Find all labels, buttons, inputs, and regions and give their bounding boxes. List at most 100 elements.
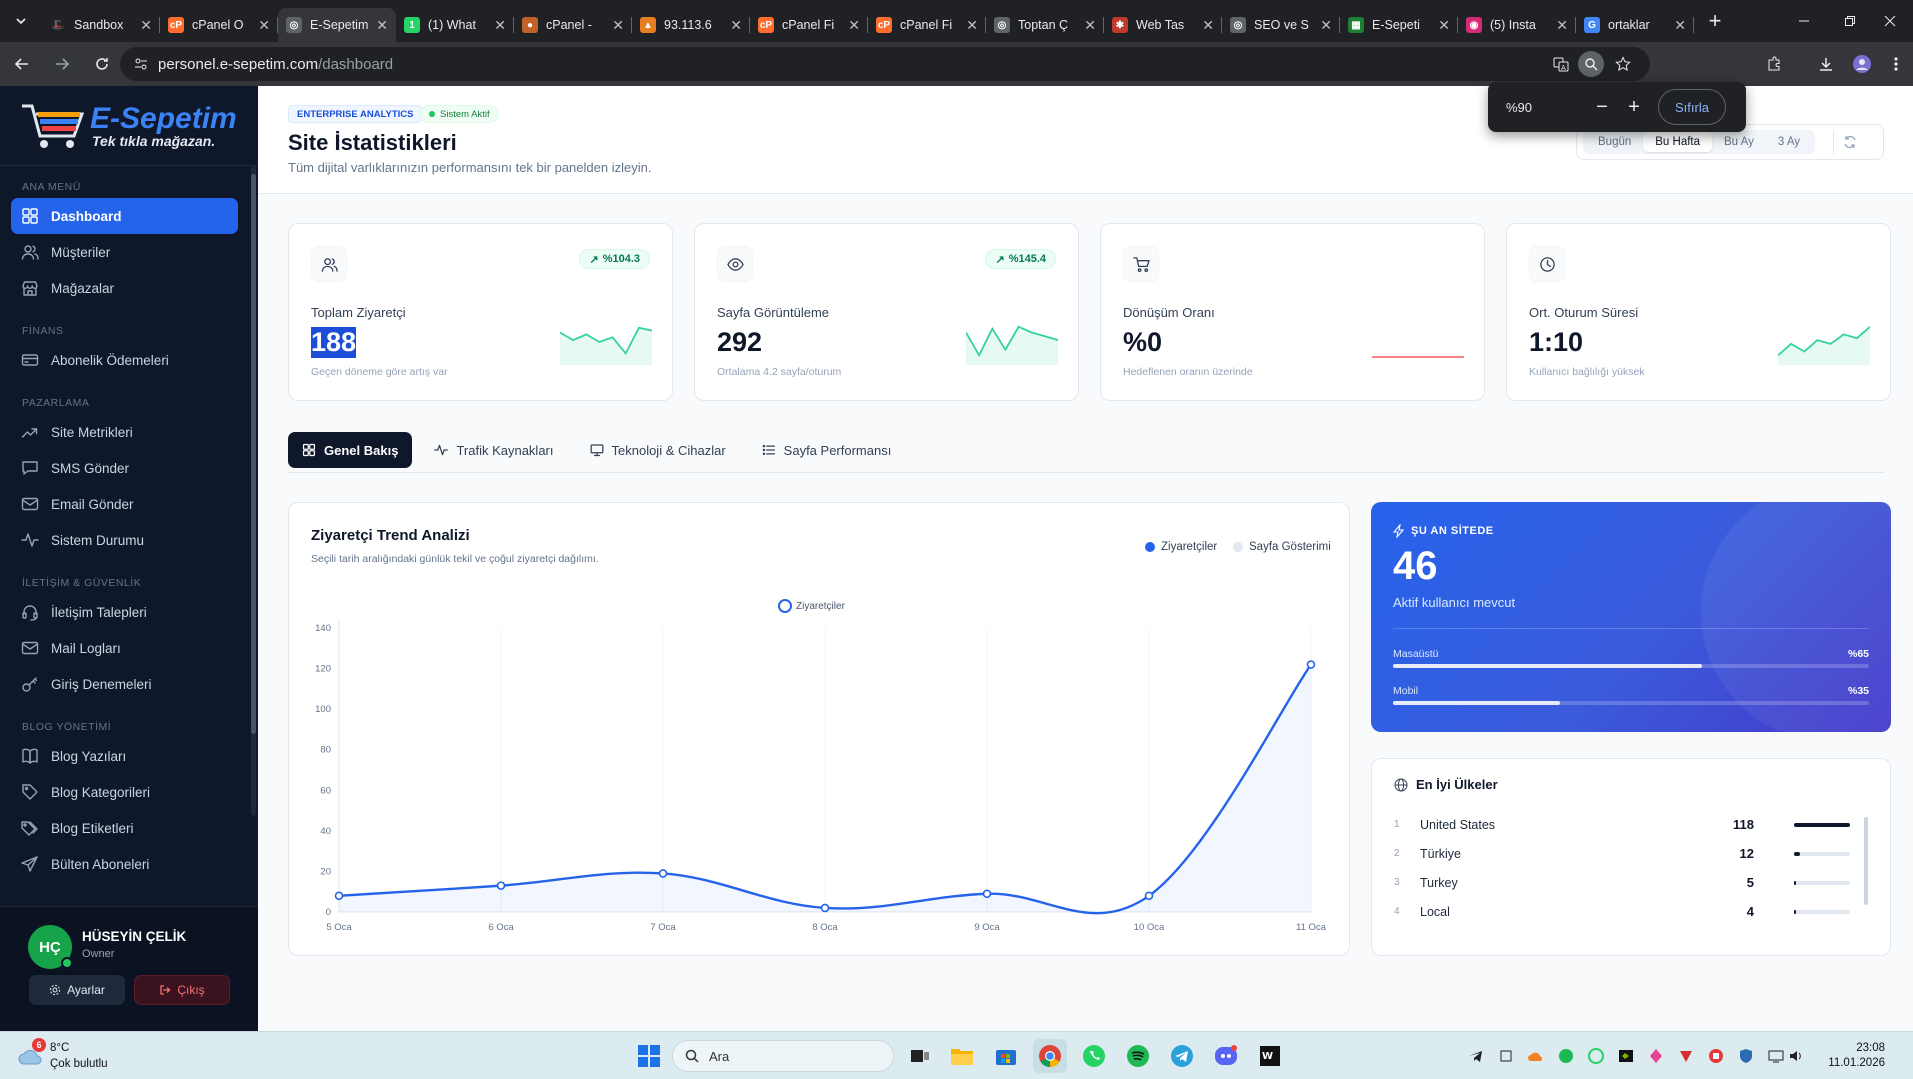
range-option[interactable]: Bu Ay [1712, 132, 1766, 152]
tab-close-icon[interactable]: ✕ [1438, 17, 1450, 34]
zoom-in-button[interactable]: + [1618, 91, 1650, 123]
sidebar-item-blog-kategorileri[interactable]: Blog Kategorileri [11, 774, 238, 810]
sidebar-item-ma-azalar[interactable]: Mağazalar [11, 270, 238, 306]
download-icon[interactable] [1808, 42, 1844, 86]
taskbar-clock[interactable]: 23:08 11.01.2026 [1828, 1041, 1885, 1071]
sidebar-item-dashboard[interactable]: Dashboard [11, 198, 238, 234]
sidebar-item-mail-loglar-[interactable]: Mail Logları [11, 630, 238, 666]
tab-close-icon[interactable]: ✕ [494, 17, 506, 34]
site-info-icon[interactable] [126, 47, 156, 81]
browser-tab[interactable]: ▲ 93.113.6 ✕ [632, 8, 750, 42]
tray-vivaldi-icon[interactable] [1676, 1046, 1696, 1066]
tray-cpu-icon[interactable] [1496, 1046, 1516, 1066]
reload-button[interactable] [84, 46, 120, 82]
tray-shield-icon[interactable] [1736, 1046, 1756, 1066]
browser-tab[interactable]: ◎ SEO ve S ✕ [1222, 8, 1340, 42]
browser-tab[interactable]: 1 (1) What ✕ [396, 8, 514, 42]
tab-close-icon[interactable]: ✕ [376, 17, 388, 34]
store-icon[interactable] [989, 1039, 1023, 1073]
tray-nvidia-icon[interactable] [1616, 1046, 1636, 1066]
tab-close-icon[interactable]: ✕ [730, 17, 742, 34]
forward-button[interactable] [44, 46, 80, 82]
sidebar-item-i-leti-im-talepleri[interactable]: İletişim Talepleri [11, 594, 238, 630]
tab-close-icon[interactable]: ✕ [140, 17, 152, 34]
sidebar-item-b-lten-aboneleri[interactable]: Bülten Aboneleri [11, 846, 238, 882]
tab-close-icon[interactable]: ✕ [966, 17, 978, 34]
browser-tab[interactable]: ◎ Toptan Ç ✕ [986, 8, 1104, 42]
weather-widget[interactable]: 6 8°C Çok bulutlu [14, 1038, 154, 1074]
volume-icon[interactable] [1786, 1046, 1806, 1066]
sidebar-scrollbar-thumb[interactable] [251, 174, 256, 734]
browser-tab[interactable]: ◉ (5) Insta ✕ [1458, 8, 1576, 42]
sidebar-item-sistem-durumu[interactable]: Sistem Durumu [11, 522, 238, 558]
back-button[interactable] [4, 46, 40, 82]
browser-tab[interactable]: ▦ E-Sepeti ✕ [1340, 8, 1458, 42]
zoom-out-button[interactable]: − [1586, 91, 1618, 123]
sidebar-item-abonelik-demeleri[interactable]: Abonelik Ödemeleri [11, 342, 238, 378]
tray-cloud-icon[interactable] [1526, 1046, 1546, 1066]
profile-avatar[interactable] [1844, 42, 1880, 86]
country-row[interactable]: 3 Turkey 5 [1394, 873, 1850, 897]
logout-button[interactable]: Çıkış [134, 975, 230, 1005]
tab-close-icon[interactable]: ✕ [612, 17, 624, 34]
browser-tab[interactable]: ● cPanel - ✕ [514, 8, 632, 42]
settings-button[interactable]: Ayarlar [29, 975, 125, 1005]
tab-close-icon[interactable]: ✕ [1674, 17, 1686, 34]
close-window-button[interactable] [1867, 0, 1913, 42]
browser-menu-icon[interactable] [1878, 42, 1913, 86]
browser-tab[interactable]: ◎ E-Sepetim ✕ [278, 8, 396, 42]
telegram-icon[interactable] [1165, 1039, 1199, 1073]
legend-pageviews[interactable]: Sayfa Gösterimi [1233, 541, 1331, 553]
webstorm-icon[interactable]: W [1253, 1039, 1287, 1073]
chrome-icon[interactable] [1033, 1039, 1067, 1073]
address-bar[interactable]: personel.e-sepetim.com/dashboard A [120, 47, 1650, 81]
file-explorer-icon[interactable] [945, 1039, 979, 1073]
browser-tab[interactable]: G ortaklar ✕ [1576, 8, 1694, 42]
country-row[interactable]: 2 Türkiye 12 [1394, 844, 1850, 868]
sidebar-item-sms-g-nder[interactable]: SMS Gönder [11, 450, 238, 486]
tab-trafik-kaynaklar-[interactable]: Trafik Kaynakları [420, 432, 567, 468]
refresh-button[interactable] [1833, 130, 1857, 154]
countries-scrollbar[interactable] [1864, 817, 1868, 905]
tab-close-icon[interactable]: ✕ [258, 17, 270, 34]
tab-close-icon[interactable]: ✕ [1202, 17, 1214, 34]
discord-icon[interactable] [1209, 1039, 1243, 1073]
tab-close-icon[interactable]: ✕ [1320, 17, 1332, 34]
tab-close-icon[interactable]: ✕ [848, 17, 860, 34]
tray-record-icon[interactable] [1706, 1046, 1726, 1066]
tab-genel-bak-[interactable]: Genel Bakış [288, 432, 413, 468]
browser-tab[interactable]: cP cPanel Fi ✕ [750, 8, 868, 42]
task-view-icon[interactable] [903, 1039, 937, 1073]
tray-spotify-icon[interactable] [1556, 1046, 1576, 1066]
sidebar-item-m-teriler[interactable]: Müşteriler [11, 234, 238, 270]
range-option[interactable]: 3 Ay [1766, 132, 1812, 152]
new-tab-button[interactable]: + [1698, 4, 1732, 38]
extensions-icon[interactable] [1756, 42, 1792, 86]
tray-app-icon[interactable] [1646, 1046, 1666, 1066]
country-row[interactable]: 4 Local 4 [1394, 902, 1850, 926]
country-row[interactable]: 1 United States 118 [1394, 815, 1850, 839]
zoom-icon[interactable] [1578, 51, 1604, 77]
tab-close-icon[interactable]: ✕ [1084, 17, 1096, 34]
tab-search-button[interactable] [0, 0, 42, 42]
sidebar-item-blog-etiketleri[interactable]: Blog Etiketleri [11, 810, 238, 846]
minimize-button[interactable] [1781, 0, 1827, 42]
range-option[interactable]: Bugün [1586, 132, 1643, 152]
translate-icon[interactable]: A [1546, 47, 1576, 81]
network-icon[interactable] [1766, 1046, 1786, 1066]
sidebar-item-blog-yaz-lar-[interactable]: Blog Yazıları [11, 738, 238, 774]
browser-tab[interactable]: ✱ Web Tas ✕ [1104, 8, 1222, 42]
tab-close-icon[interactable]: ✕ [1556, 17, 1568, 34]
legend-visitors[interactable]: Ziyaretçiler [1145, 541, 1217, 553]
bookmark-star-icon[interactable] [1608, 47, 1638, 81]
browser-tab[interactable]: cP cPanel O ✕ [160, 8, 278, 42]
range-option[interactable]: Bu Hafta [1643, 132, 1713, 152]
whatsapp-icon[interactable] [1077, 1039, 1111, 1073]
taskbar-search[interactable]: Ara [672, 1040, 894, 1072]
sidebar-item-email-g-nder[interactable]: Email Gönder [11, 486, 238, 522]
windows-start-icon[interactable] [637, 1044, 661, 1068]
sidebar-item-site-metrikleri[interactable]: Site Metrikleri [11, 414, 238, 450]
tray-telegram-icon[interactable] [1466, 1046, 1486, 1066]
tab-sayfa-performans-[interactable]: Sayfa Performansı [748, 432, 906, 468]
zoom-reset-button[interactable]: Sıfırla [1658, 89, 1726, 125]
